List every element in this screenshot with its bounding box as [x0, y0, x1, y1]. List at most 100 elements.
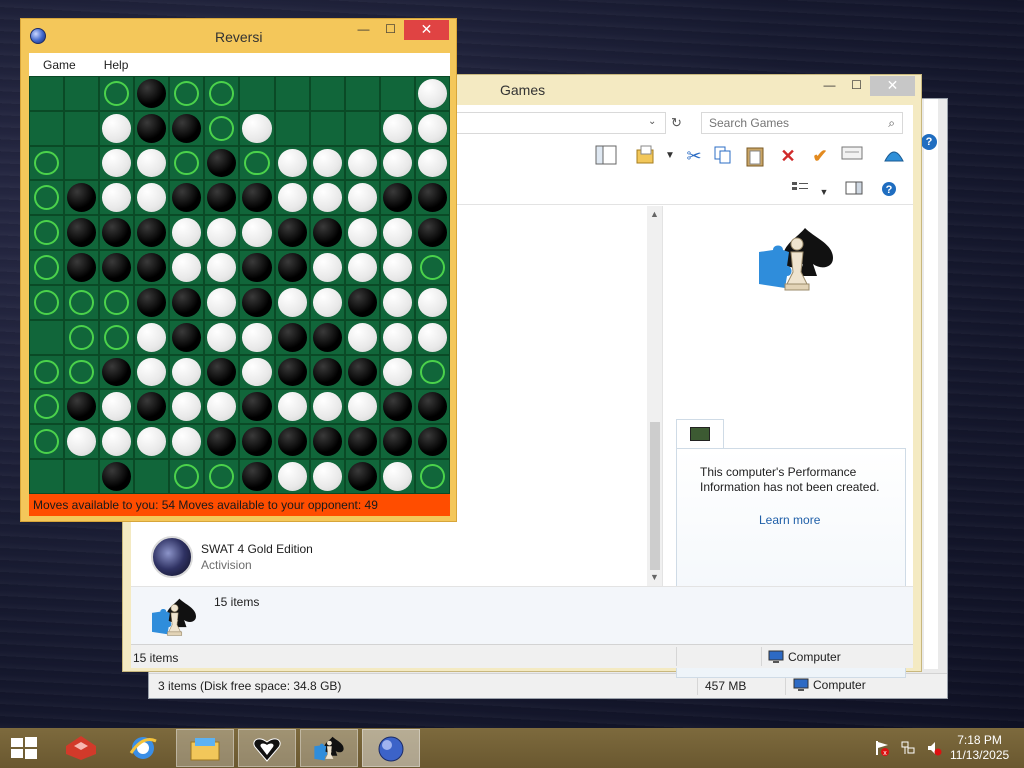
board-cell[interactable] — [344, 354, 380, 390]
board-cell[interactable] — [204, 389, 240, 425]
board-cell[interactable] — [99, 319, 135, 355]
list-item[interactable]: SWAT 4 Gold Edition Activision — [151, 536, 313, 578]
board-cell[interactable] — [414, 424, 450, 460]
board-cell[interactable] — [99, 459, 135, 494]
file-explorer-icon[interactable] — [176, 729, 234, 767]
board-cell[interactable] — [309, 319, 345, 355]
board-cell[interactable] — [379, 284, 415, 320]
close-button[interactable]: ✕ — [404, 20, 449, 40]
chevron-down-icon[interactable]: ▼ — [659, 145, 681, 167]
board-cell[interactable] — [99, 180, 135, 216]
board-cell[interactable] — [414, 76, 450, 111]
maximize-button[interactable]: ☐ — [377, 20, 404, 40]
board-cell[interactable] — [64, 250, 100, 285]
board-cell[interactable] — [274, 424, 310, 460]
board-cell[interactable] — [64, 110, 100, 146]
board-cell[interactable] — [239, 145, 275, 181]
board-cell[interactable] — [379, 424, 415, 460]
cut-icon[interactable]: ✂ — [683, 145, 705, 167]
network-icon[interactable] — [900, 740, 916, 756]
copy-icon[interactable] — [713, 145, 735, 167]
board-cell[interactable] — [309, 215, 345, 251]
shell-icon[interactable] — [883, 145, 905, 167]
search-input[interactable] — [702, 113, 872, 133]
board-cell[interactable] — [29, 76, 65, 111]
board-cell[interactable] — [379, 145, 415, 181]
board-cell[interactable] — [29, 319, 65, 355]
board-cell[interactable] — [134, 389, 170, 425]
menu-help[interactable]: Help — [90, 58, 143, 72]
board-cell[interactable] — [64, 459, 100, 494]
paste-icon[interactable] — [745, 145, 767, 167]
board-cell[interactable] — [204, 250, 240, 285]
board-cell[interactable] — [309, 180, 345, 216]
board-cell[interactable] — [344, 389, 380, 425]
board-cell[interactable] — [379, 354, 415, 390]
chevron-down-icon[interactable]: ▼ — [813, 181, 835, 203]
board-cell[interactable] — [309, 459, 345, 494]
board-cell[interactable] — [29, 424, 65, 460]
board-cell[interactable] — [239, 250, 275, 285]
board-cell[interactable] — [169, 76, 205, 111]
board-cell[interactable] — [134, 354, 170, 390]
folder-options-icon[interactable] — [635, 145, 657, 167]
board-cell[interactable] — [309, 76, 345, 111]
board-cell[interactable] — [64, 145, 100, 181]
board-cell[interactable] — [134, 284, 170, 320]
taskbar-app-red-icon[interactable] — [52, 729, 110, 767]
board-cell[interactable] — [344, 250, 380, 285]
learn-more-link[interactable]: Learn more — [759, 513, 820, 527]
board-cell[interactable] — [309, 354, 345, 390]
board-cell[interactable] — [204, 354, 240, 390]
scroll-thumb[interactable] — [650, 422, 660, 570]
minimize-button[interactable]: — — [816, 76, 843, 96]
board-cell[interactable] — [414, 180, 450, 216]
board-cell[interactable] — [274, 319, 310, 355]
board-cell[interactable] — [99, 110, 135, 146]
board-cell[interactable] — [99, 250, 135, 285]
board-cell[interactable] — [134, 459, 170, 494]
board-cell[interactable] — [29, 354, 65, 390]
action-center-icon[interactable]: x — [874, 740, 890, 756]
board-cell[interactable] — [414, 459, 450, 494]
board-cell[interactable] — [414, 145, 450, 181]
board-cell[interactable] — [344, 76, 380, 111]
board-cell[interactable] — [169, 284, 205, 320]
board-cell[interactable] — [379, 389, 415, 425]
start-button[interactable] — [10, 736, 38, 760]
board-cell[interactable] — [99, 76, 135, 111]
board-cell[interactable] — [239, 284, 275, 320]
board-cell[interactable] — [344, 284, 380, 320]
board-cell[interactable] — [169, 424, 205, 460]
board-cell[interactable] — [99, 145, 135, 181]
board-cell[interactable] — [239, 319, 275, 355]
board-cell[interactable] — [274, 145, 310, 181]
board-cell[interactable] — [204, 110, 240, 146]
board-cell[interactable] — [204, 424, 240, 460]
view-options-icon[interactable] — [791, 181, 813, 203]
board-cell[interactable] — [344, 180, 380, 216]
performance-tab[interactable] — [676, 419, 724, 449]
checkmark-icon[interactable]: ✔ — [809, 145, 831, 167]
board-cell[interactable] — [29, 250, 65, 285]
help-icon[interactable]: ? — [881, 181, 903, 203]
board-cell[interactable] — [344, 145, 380, 181]
search-box[interactable]: ⌕ — [701, 112, 903, 134]
board-cell[interactable] — [239, 354, 275, 390]
board-cell[interactable] — [169, 319, 205, 355]
menu-game[interactable]: Game — [29, 58, 90, 72]
board-cell[interactable] — [239, 110, 275, 146]
board-cell[interactable] — [204, 459, 240, 494]
board-cell[interactable] — [29, 284, 65, 320]
board-cell[interactable] — [239, 389, 275, 425]
board-cell[interactable] — [99, 389, 135, 425]
board-cell[interactable] — [134, 180, 170, 216]
reversi-taskbar-icon[interactable] — [362, 729, 420, 767]
board-cell[interactable] — [99, 215, 135, 251]
refresh-icon[interactable]: ↻ — [671, 115, 682, 131]
board-cell[interactable] — [169, 250, 205, 285]
game-board[interactable] — [29, 76, 450, 494]
board-cell[interactable] — [414, 110, 450, 146]
games-explorer-icon[interactable] — [300, 729, 358, 767]
hearts-icon[interactable] — [238, 729, 296, 767]
